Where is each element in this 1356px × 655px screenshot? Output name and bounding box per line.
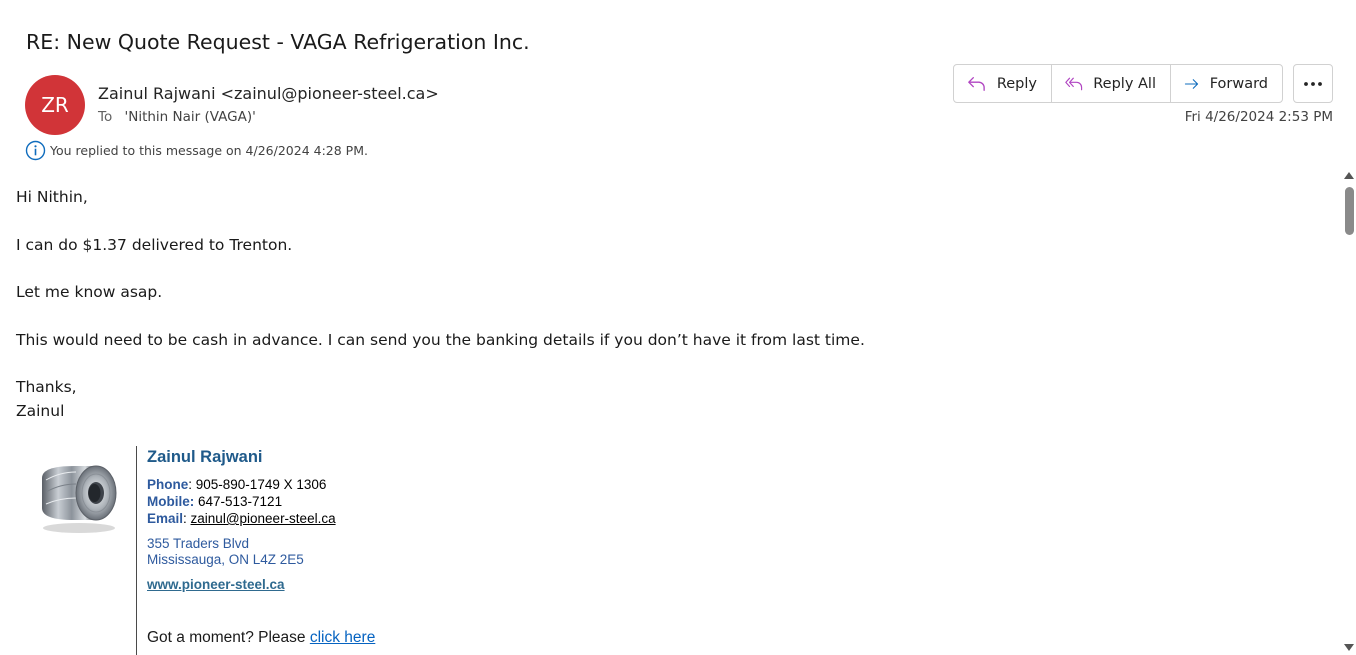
avatar-initials: ZR bbox=[41, 93, 69, 117]
reply-all-label: Reply All bbox=[1093, 75, 1156, 92]
closing: Thanks, bbox=[16, 378, 77, 396]
replied-info-text: You replied to this message on 4/26/2024… bbox=[50, 143, 368, 158]
scroll-up-icon[interactable] bbox=[1344, 172, 1354, 179]
sender-avatar[interactable]: ZR bbox=[25, 75, 85, 135]
reply-icon bbox=[968, 76, 985, 91]
body-line: This would need to be cash in advance. I… bbox=[16, 330, 865, 349]
forward-label: Forward bbox=[1209, 75, 1268, 92]
feedback-prompt: Got a moment? Please click here bbox=[147, 629, 375, 647]
phone-label: Phone bbox=[147, 477, 189, 492]
website-link[interactable]: www.pioneer-steel.ca bbox=[147, 577, 375, 592]
signature-mobile: Mobile: 647-513-7121 bbox=[147, 493, 375, 510]
reply-button[interactable]: Reply bbox=[954, 65, 1051, 102]
signature-name: Zainul Rajwani bbox=[147, 448, 263, 466]
recipient-line: To 'Nithin Nair (VAGA)' bbox=[98, 109, 256, 125]
more-options-icon bbox=[1304, 81, 1322, 86]
mobile-label: Mobile: bbox=[147, 494, 195, 509]
mobile-value: 647-513-7121 bbox=[194, 494, 283, 509]
greeting: Hi Nithin, bbox=[16, 188, 88, 206]
scroll-thumb[interactable] bbox=[1345, 187, 1354, 235]
phone-value: : 905-890-1749 X 1306 bbox=[188, 477, 327, 492]
steel-coil-image bbox=[42, 465, 117, 533]
replied-info-bar: You replied to this message on 4/26/2024… bbox=[25, 140, 368, 161]
reply-actions-group: Reply Reply All Forward bbox=[953, 64, 1283, 103]
reply-all-icon bbox=[1065, 77, 1083, 90]
recipient-name[interactable]: 'Nithin Nair (VAGA)' bbox=[125, 109, 256, 125]
more-options-button[interactable] bbox=[1293, 64, 1333, 103]
signoff: Zainul bbox=[16, 401, 65, 420]
signature-email: Email: zainul@pioneer-steel.ca bbox=[147, 510, 375, 527]
reply-label: Reply bbox=[996, 75, 1037, 92]
info-icon bbox=[25, 140, 46, 161]
to-label: To bbox=[98, 109, 113, 125]
email-signature: Zainul Rajwani Phone: 905-890-1749 X 130… bbox=[147, 446, 375, 647]
sender-name[interactable]: Zainul Rajwani <zainul@pioneer-steel.ca> bbox=[98, 84, 439, 103]
feedback-prompt-text: Got a moment? Please bbox=[147, 629, 310, 646]
forward-icon bbox=[1184, 78, 1199, 89]
body-line: Let me know asap. bbox=[16, 283, 163, 301]
vertical-scrollbar[interactable] bbox=[1341, 168, 1356, 655]
click-here-link[interactable]: click here bbox=[310, 629, 375, 646]
email-label: Email bbox=[147, 511, 184, 526]
message-body: Hi Nithin, I can do $1.37 delivered to T… bbox=[16, 186, 865, 423]
body-line: I can do $1.37 delivered to Trenton. bbox=[16, 235, 293, 254]
forward-button[interactable]: Forward bbox=[1170, 65, 1282, 102]
scroll-down-icon[interactable] bbox=[1344, 644, 1354, 651]
email-link[interactable]: zainul@pioneer-steel.ca bbox=[191, 511, 336, 526]
signature-divider bbox=[136, 446, 137, 655]
signature-phone: Phone: 905-890-1749 X 1306 bbox=[147, 476, 375, 493]
sent-date: Fri 4/26/2024 2:53 PM bbox=[1184, 109, 1333, 125]
reply-all-button[interactable]: Reply All bbox=[1051, 65, 1170, 102]
address-line: 355 Traders Blvd bbox=[147, 536, 250, 551]
address-line: Mississauga, ON L4Z 2E5 bbox=[147, 552, 304, 567]
email-separator: : bbox=[183, 511, 191, 526]
email-subject: RE: New Quote Request - VAGA Refrigerati… bbox=[26, 30, 530, 54]
